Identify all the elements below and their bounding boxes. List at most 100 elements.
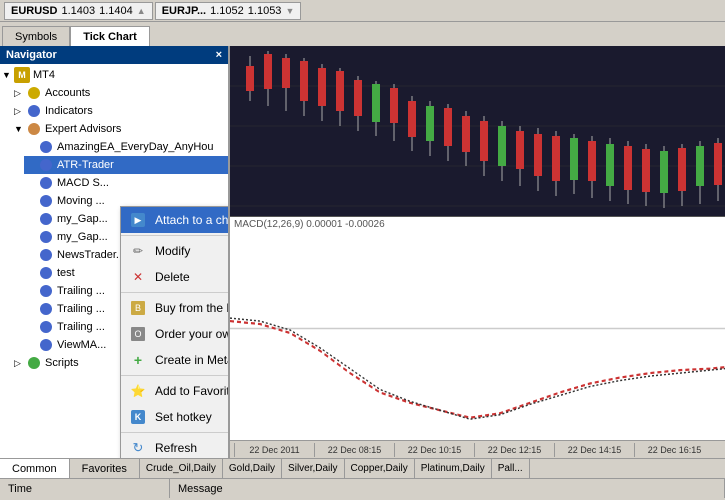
nav-item-mt4[interactable]: ▼ M MT4 xyxy=(0,66,228,84)
ctx-create[interactable]: + Create in MetaEditor Insert xyxy=(121,347,230,373)
ea-icon-gap1 xyxy=(38,211,54,227)
mt4-icon: M xyxy=(14,67,30,83)
ctx-modify[interactable]: ✏ Modify Enter xyxy=(121,238,230,264)
ea-icon-t2 xyxy=(38,301,54,317)
ea-icon-t3 xyxy=(38,319,54,335)
tab-common[interactable]: Common xyxy=(0,459,70,478)
ctx-modify-label: Modify xyxy=(155,244,230,258)
nav-label-indicators: Indicators xyxy=(45,105,93,117)
macd-label: MACD(12,26,9) 0.00001 -0.00026 xyxy=(234,219,385,230)
timeline: 22 Dec 2011 22 Dec 08:15 22 Dec 10:15 22… xyxy=(230,440,725,458)
ctx-refresh-label: Refresh xyxy=(155,441,230,455)
time-mark: 22 Dec 14:15 xyxy=(554,443,634,457)
candle-svg xyxy=(230,46,725,216)
nav-label-macd: MACD S... xyxy=(57,177,109,189)
expand-icon[interactable]: ▷ xyxy=(14,358,26,369)
sym-silver[interactable]: Silver,Daily xyxy=(282,459,344,478)
sym-gold[interactable]: Gold,Daily xyxy=(223,459,282,478)
ea-icon-viewma xyxy=(38,337,54,353)
expand-icon[interactable]: ▷ xyxy=(14,88,26,99)
time-mark: 22 Dec 08:15 xyxy=(314,443,394,457)
ticker-eurjp[interactable]: EURJP... 1.1052 1.1053 ▼ xyxy=(155,2,302,20)
sym-platinum[interactable]: Platinum,Daily xyxy=(415,459,492,478)
nav-label-gap1: my_Gap... xyxy=(57,213,108,225)
ea-icon-test xyxy=(38,265,54,281)
nav-label-moving: Moving ... xyxy=(57,195,105,207)
time-mark: 22 Dec 2011 xyxy=(234,443,314,457)
hotkey-icon: K xyxy=(129,408,147,426)
delete-icon: ✕ xyxy=(129,268,147,286)
nav-label-atr: ATR-Trader xyxy=(57,159,114,171)
tab-tick-chart[interactable]: Tick Chart xyxy=(70,26,150,46)
status-message-text: Message xyxy=(178,483,223,495)
sym-copper[interactable]: Copper,Daily xyxy=(345,459,415,478)
ea-icon-t1 xyxy=(38,283,54,299)
status-time-text: Time xyxy=(8,483,32,495)
expand-icon[interactable]: ▼ xyxy=(2,70,14,80)
buy-icon: B xyxy=(129,299,147,317)
ticker2-symbol: EURJP... xyxy=(162,5,206,17)
nav-item-amazingea[interactable]: AmazingEA_EveryDay_AnyHou xyxy=(24,138,228,156)
sym-palladium[interactable]: Pall... xyxy=(492,459,530,478)
ticker2-arrow-icon: ▼ xyxy=(285,6,294,16)
bottom-bar: Common Favorites Crude_Oil,Daily Gold,Da… xyxy=(0,458,725,478)
nav-item-expert-advisors[interactable]: ▼ Expert Advisors xyxy=(12,120,228,138)
time-mark: 22 Dec 10:15 xyxy=(394,443,474,457)
navigator-header: Navigator × xyxy=(0,46,228,64)
ctx-favorites[interactable]: ⭐ Add to Favorites xyxy=(121,378,230,404)
ea-icon-gap2 xyxy=(38,229,54,245)
accounts-icon xyxy=(26,85,42,101)
ea-icon xyxy=(38,139,54,155)
tabs-row: Symbols Tick Chart xyxy=(0,22,725,46)
status-message-label: Message xyxy=(170,479,725,498)
ctx-sep4 xyxy=(121,432,230,433)
ticker-eurusd[interactable]: EURUSD 1.1403 1.1404 ▲ xyxy=(4,2,153,20)
ctx-sep1 xyxy=(121,235,230,236)
ticker-arrow-icon: ▲ xyxy=(137,6,146,16)
tab-symbols[interactable]: Symbols xyxy=(2,26,70,46)
symbol-bar: Crude_Oil,Daily Gold,Daily Silver,Daily … xyxy=(140,459,725,478)
expand-icon[interactable]: ▷ xyxy=(14,106,26,117)
nav-label-t1: Trailing ... xyxy=(57,285,105,297)
nav-item-indicators[interactable]: ▷ Indicators xyxy=(12,102,228,120)
modify-icon: ✏ xyxy=(129,242,147,260)
ctx-delete[interactable]: ✕ Delete Delete xyxy=(121,264,230,290)
navigator-close-button[interactable]: × xyxy=(216,49,222,61)
ea-icon-moving xyxy=(38,193,54,209)
navigator-title: Navigator xyxy=(6,49,57,61)
status-time-label: Time xyxy=(0,479,170,498)
tab-favorites[interactable]: Favorites xyxy=(70,459,140,478)
order-icon: O xyxy=(129,325,147,343)
ea-icon-macd xyxy=(38,175,54,191)
ctx-hotkey[interactable]: K Set hotkey xyxy=(121,404,230,430)
ea-folder-icon xyxy=(26,121,42,137)
indicators-icon xyxy=(26,103,42,119)
nav-item-macd[interactable]: MACD S... xyxy=(24,174,228,192)
macd-svg xyxy=(230,217,725,440)
create-icon: + xyxy=(129,351,147,369)
ctx-buy-label: Buy from the Market xyxy=(155,301,230,315)
attach-icon: ▶ xyxy=(129,211,147,229)
nav-label-ea: Expert Advisors xyxy=(45,123,121,135)
nav-label-gap2: my_Gap... xyxy=(57,231,108,243)
ctx-hotkey-label: Set hotkey xyxy=(155,410,230,424)
top-bar: EURUSD 1.1403 1.1404 ▲ EURJP... 1.1052 1… xyxy=(0,0,725,22)
ticker-symbol: EURUSD xyxy=(11,5,57,17)
ctx-attach[interactable]: ▶ Attach to a chart xyxy=(121,207,230,233)
nav-label-viewma: ViewMA... xyxy=(57,339,106,351)
nav-label-amazingea: AmazingEA_EveryDay_AnyHou xyxy=(57,141,214,153)
nav-item-accounts[interactable]: ▷ Accounts xyxy=(12,84,228,102)
nav-label-test: test xyxy=(57,267,75,279)
ctx-sep2 xyxy=(121,292,230,293)
nav-label-mt4: MT4 xyxy=(33,69,55,81)
nav-label-news: NewsTrader... xyxy=(57,249,125,261)
macd-chart: MACD(12,26,9) 0.00001 -0.00026 xyxy=(230,216,725,440)
sym-crude-oil[interactable]: Crude_Oil,Daily xyxy=(140,459,223,478)
ctx-buy[interactable]: B Buy from the Market xyxy=(121,295,230,321)
ctx-order[interactable]: O Order your own Program xyxy=(121,321,230,347)
ctx-refresh[interactable]: ↻ Refresh xyxy=(121,435,230,458)
status-bar: Time Message xyxy=(0,478,725,498)
expand-icon[interactable]: ▼ xyxy=(14,124,26,134)
nav-label-t2: Trailing ... xyxy=(57,303,105,315)
nav-item-atr-trader[interactable]: ATR-Trader xyxy=(24,156,228,174)
